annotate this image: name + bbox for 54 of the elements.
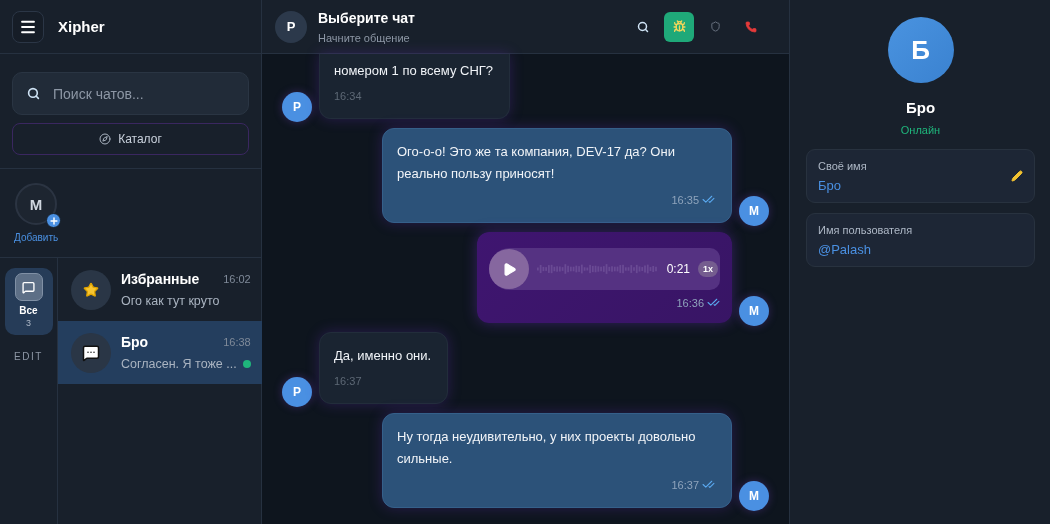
search-icon <box>27 87 40 100</box>
search-field[interactable]: Поиск чатов... <box>12 72 249 115</box>
user-avatar: P <box>282 377 312 407</box>
message-time: 16:37 <box>334 375 362 387</box>
phone-icon <box>745 20 757 33</box>
play-button[interactable] <box>489 249 529 289</box>
star-icon <box>83 281 99 298</box>
compass-icon <box>99 133 112 145</box>
message-time: 16:36 <box>676 296 704 309</box>
user-avatar: M <box>739 296 769 326</box>
speed-button[interactable]: 1x <box>698 261 718 277</box>
chat-list-item[interactable]: Избранные 16:02 Ого как тут круто <box>58 258 264 321</box>
user-avatar: M <box>739 196 769 226</box>
search-icon <box>637 20 649 33</box>
chat-preview: Согласен. Я тоже ... <box>121 357 237 371</box>
edit-folders-button[interactable]: EDIT <box>14 351 43 362</box>
chat-name: Бро <box>121 334 149 350</box>
field-label: Имя пользователя <box>818 223 913 236</box>
message-time: 16:35 <box>671 193 699 206</box>
field-value: Бро <box>818 177 842 193</box>
bug-button[interactable] <box>664 11 694 42</box>
message-text: Ну тогда неудивительно, у них проекты довольно сильные. <box>397 428 697 468</box>
play-icon <box>501 261 517 277</box>
message-text: номером 1 по всему СНГ? <box>334 62 494 80</box>
folder-tab[interactable]: Все 3 <box>4 268 53 335</box>
user-avatar: P <box>282 92 312 122</box>
chat-name: Избранные <box>121 271 200 287</box>
chat-list-item[interactable]: Бро 16:38 Согласен. Я тоже ... <box>58 321 264 384</box>
pencil-icon[interactable] <box>1011 170 1023 182</box>
user-avatar: M <box>739 481 769 511</box>
chat-time: 16:02 <box>223 273 251 285</box>
chat-bubble-icon <box>82 343 100 362</box>
message-icon <box>14 273 43 301</box>
chat-avatar: P <box>275 10 307 43</box>
chat-preview: Ого как тут круто <box>121 294 220 308</box>
profile-avatar: Б <box>887 17 954 83</box>
chat-subtitle: Начните общение <box>318 31 411 44</box>
menu-button[interactable] <box>12 10 44 43</box>
bug-icon <box>672 20 686 33</box>
field-label: Своё имя <box>818 159 867 172</box>
shield-icon <box>709 21 721 32</box>
message-time: 16:37 <box>671 478 699 491</box>
message-time: 16:34 <box>334 90 362 102</box>
profile-status: Онлайн <box>900 124 941 136</box>
voice-duration: 0:21 <box>666 262 690 276</box>
message-text: Да, именно они. <box>334 347 432 365</box>
plus-icon <box>46 213 62 228</box>
message-text: Ого-о-о! Это же та компания, DEV-17 да? Они реально пользу приносят! <box>397 143 676 183</box>
chat-time: 16:38 <box>223 336 251 348</box>
field-value: @Palash <box>818 241 872 257</box>
chat-title: Выберите чат <box>318 9 416 26</box>
app-title: Xipher <box>58 18 105 35</box>
profile-name: Бро <box>905 99 936 116</box>
catalog-button[interactable]: Каталог <box>12 123 249 155</box>
